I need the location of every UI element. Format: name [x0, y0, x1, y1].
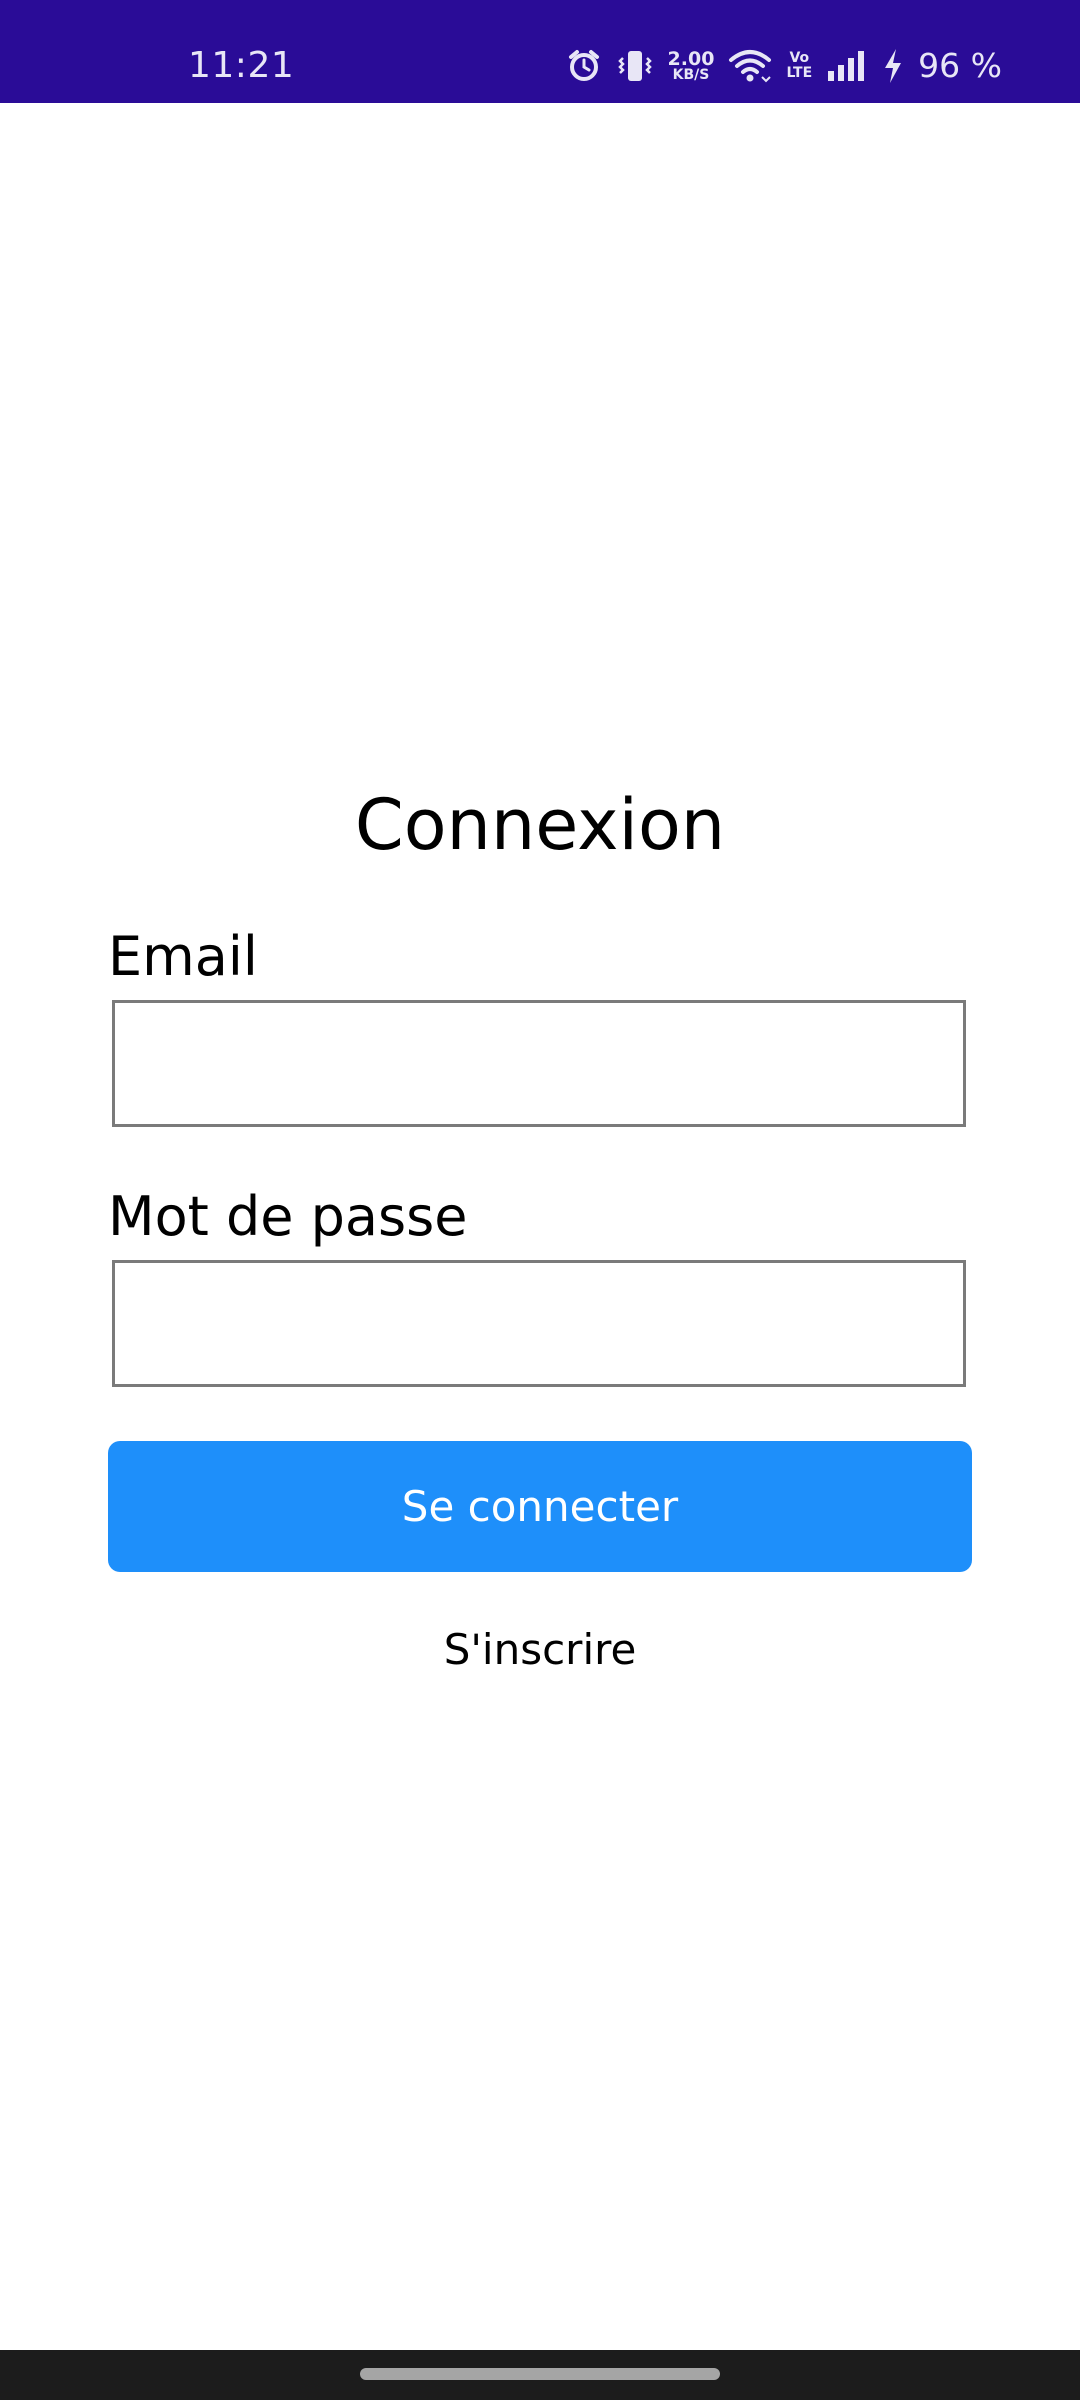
- wifi-icon: [728, 47, 772, 85]
- home-indicator[interactable]: [360, 2368, 720, 2380]
- signal-icon: [826, 49, 868, 83]
- navigation-bar: [0, 2350, 1080, 2400]
- volte-indicator: Vo LTE: [786, 51, 812, 81]
- network-speed-value: 2.00: [667, 48, 715, 70]
- password-label: Mot de passe: [108, 1185, 468, 1248]
- status-bar: 11:21 2.00 KB/S Vo LTE 96 %: [0, 0, 1080, 103]
- charging-icon: [882, 47, 904, 85]
- volte-top-text: Vo: [789, 50, 810, 66]
- vibrate-icon: [616, 47, 654, 85]
- email-field[interactable]: [112, 1000, 966, 1127]
- login-button[interactable]: Se connecter: [108, 1441, 972, 1572]
- page-title: Connexion: [354, 784, 726, 866]
- network-speed-unit: KB/S: [672, 67, 710, 83]
- register-link[interactable]: S'inscrire: [0, 1622, 1080, 1678]
- alarm-icon: [566, 48, 602, 84]
- battery-percent: 96 %: [918, 46, 1002, 85]
- volte-bottom-text: LTE: [786, 65, 813, 81]
- status-icons: 2.00 KB/S Vo LTE 96 %: [566, 44, 1002, 88]
- network-speed: 2.00 KB/S: [667, 48, 715, 83]
- password-field[interactable]: [112, 1260, 966, 1387]
- email-label: Email: [108, 925, 258, 988]
- status-time: 11:21: [188, 45, 295, 86]
